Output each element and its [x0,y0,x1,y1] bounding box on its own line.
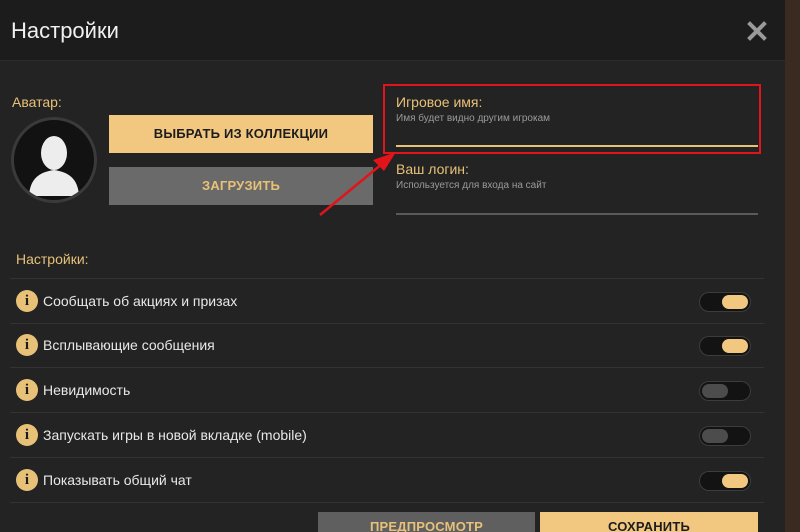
setting-label: Показывать общий чат [43,472,192,488]
login-underline [396,213,758,215]
promotions-toggle[interactable] [699,292,751,312]
toggle-knob [722,339,748,353]
info-icon[interactable]: i [16,379,38,401]
setting-label: Всплывающие сообщения [43,337,215,353]
invisibility-toggle[interactable] [699,381,751,401]
choose-from-collection-button[interactable]: ВЫБРАТЬ ИЗ КОЛЛЕКЦИИ [109,115,373,153]
upload-button[interactable]: ЗАГРУЗИТЬ [109,167,373,205]
toggle-knob [722,295,748,309]
popups-toggle[interactable] [699,336,751,356]
info-icon[interactable]: i [16,424,38,446]
settings-dialog: Настройки Аватар: ВЫБРАТЬ ИЗ КОЛЛЕКЦИИ З… [0,0,785,532]
setting-label: Сообщать об акциях и призах [43,293,238,309]
login-input[interactable] [396,196,756,212]
setting-row-invisibility: i Невидимость [10,368,764,413]
avatar [11,117,97,203]
preview-button[interactable]: ПРЕДПРОСМОТР [318,512,535,532]
user-silhouette-icon [29,136,79,196]
chat-toggle[interactable] [699,471,751,491]
avatar-label: Аватар: [12,94,62,110]
info-icon[interactable]: i [16,290,38,312]
close-icon[interactable] [744,18,770,44]
setting-row-popups: i Всплывающие сообщения [10,323,764,368]
save-button[interactable]: СОХРАНИТЬ [540,512,758,532]
toggle-knob [702,384,728,398]
setting-label: Запускать игры в новой вкладке (mobile) [43,427,307,443]
toggle-knob [722,474,748,488]
annotation-highlight-box [383,84,761,154]
toggle-knob [702,429,728,443]
login-hint: Используется для входа на сайт [396,180,547,191]
info-icon[interactable]: i [16,334,38,356]
setting-row-new-tab: i Запускать игры в новой вкладке (mobile… [10,413,764,458]
info-icon[interactable]: i [16,469,38,491]
dialog-title: Настройки [11,18,119,43]
setting-row-promotions: i Сообщать об акциях и призах [10,278,764,324]
login-label: Ваш логин: [396,161,469,177]
dialog-header: Настройки [0,0,785,61]
settings-section-label: Настройки: [16,251,89,267]
new-tab-toggle[interactable] [699,426,751,446]
setting-label: Невидимость [43,382,131,398]
setting-row-chat: i Показывать общий чат [10,458,764,503]
